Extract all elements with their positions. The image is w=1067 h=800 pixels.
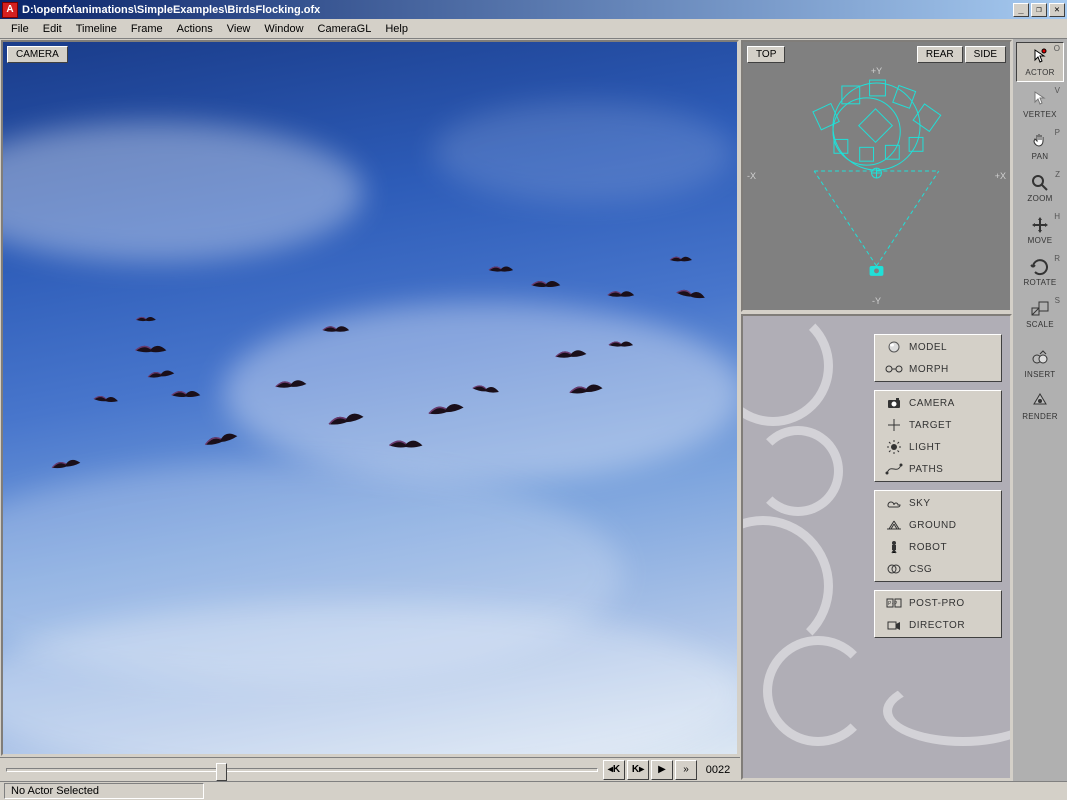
- pan-tool-icon: [1029, 131, 1051, 151]
- scale-tool[interactable]: SSCALE: [1016, 294, 1064, 334]
- menubar: File Edit Timeline Frame Actions View Wi…: [0, 19, 1067, 39]
- render-tool[interactable]: RENDER: [1016, 386, 1064, 426]
- minimize-button[interactable]: _: [1013, 3, 1029, 17]
- csg-icon: [883, 561, 905, 577]
- insert-tool[interactable]: INSERT: [1016, 344, 1064, 384]
- target-button[interactable]: TARGET: [876, 414, 1000, 436]
- morph-icon: [883, 361, 905, 377]
- target-icon: [883, 417, 905, 433]
- menu-cameragl[interactable]: CameraGL: [311, 21, 379, 37]
- viewport-label[interactable]: CAMERA: [7, 46, 68, 63]
- goto-end-button[interactable]: K▸: [627, 760, 649, 780]
- sky-icon: [883, 495, 905, 511]
- maximize-button[interactable]: ❐: [1031, 3, 1047, 17]
- statusbar: No Actor Selected: [0, 781, 1067, 800]
- menu-file[interactable]: File: [4, 21, 36, 37]
- postpro-icon: P-P: [883, 595, 905, 611]
- pan-tool[interactable]: PPAN: [1016, 126, 1064, 166]
- actor-tool[interactable]: OACTOR: [1016, 42, 1064, 82]
- vertex-tool[interactable]: VVERTEX: [1016, 84, 1064, 124]
- paths-icon: [883, 461, 905, 477]
- tool-strip: OACTORVVERTEXPPANZZOOMHMOVERROTATESSCALE…: [1013, 39, 1067, 781]
- director-icon: [883, 617, 905, 633]
- close-button[interactable]: ✕: [1049, 3, 1065, 17]
- menu-frame[interactable]: Frame: [124, 21, 170, 37]
- status-text: No Actor Selected: [4, 783, 204, 799]
- sphere-icon: [883, 339, 905, 355]
- menu-actions[interactable]: Actions: [170, 21, 220, 37]
- camera-button[interactable]: CAMERA: [876, 392, 1000, 414]
- app-icon: A: [2, 2, 18, 18]
- light-button[interactable]: LIGHT: [876, 436, 1000, 458]
- titlebar: A D:\openfx\animations\SimpleExamples\Bi…: [0, 0, 1067, 19]
- csg-button[interactable]: CSG: [876, 558, 1000, 580]
- playback-bar: ◂K K▸ ▶ » 0022: [0, 757, 740, 781]
- rotate-tool[interactable]: RROTATE: [1016, 252, 1064, 292]
- light-icon: [883, 439, 905, 455]
- goto-start-button[interactable]: ◂K: [603, 760, 625, 780]
- move-tool[interactable]: HMOVE: [1016, 210, 1064, 250]
- morph-button[interactable]: MORPH: [876, 358, 1000, 380]
- timeline-slider[interactable]: [6, 761, 598, 779]
- menu-timeline[interactable]: Timeline: [69, 21, 124, 37]
- actor-tool-icon: [1029, 47, 1051, 67]
- insert-tool-icon: [1029, 349, 1051, 369]
- menu-view[interactable]: View: [220, 21, 258, 37]
- vertex-tool-icon: [1029, 89, 1051, 109]
- director-button[interactable]: DIRECTOR: [876, 614, 1000, 636]
- model-button[interactable]: MODEL: [876, 336, 1000, 358]
- camera-icon: [883, 395, 905, 411]
- robot-icon: [883, 539, 905, 555]
- menu-help[interactable]: Help: [378, 21, 415, 37]
- paths-button[interactable]: PATHS: [876, 458, 1000, 480]
- timeline-thumb[interactable]: [216, 763, 227, 781]
- svg-text:P-P: P-P: [888, 601, 898, 607]
- camera-viewport[interactable]: CAMERA: [1, 40, 739, 756]
- ground-icon: [883, 517, 905, 533]
- move-tool-icon: [1029, 215, 1051, 235]
- robot-button[interactable]: ROBOT: [876, 536, 1000, 558]
- scale-tool-icon: [1029, 299, 1051, 319]
- menu-window[interactable]: Window: [257, 21, 310, 37]
- sky-button[interactable]: SKY: [876, 492, 1000, 514]
- zoom-tool[interactable]: ZZOOM: [1016, 168, 1064, 208]
- frame-counter: 0022: [698, 762, 738, 778]
- rotate-tool-icon: [1029, 257, 1051, 277]
- render-tool-icon: [1029, 391, 1051, 411]
- zoom-tool-icon: [1029, 173, 1051, 193]
- menu-edit[interactable]: Edit: [36, 21, 69, 37]
- properties-panel: MODELMORPH CAMERATARGETLIGHTPATHS SKYGROUN…: [741, 314, 1012, 780]
- ground-button[interactable]: GROUND: [876, 514, 1000, 536]
- window-title: D:\openfx\animations\SimpleExamples\Bird…: [22, 4, 1011, 16]
- play-button[interactable]: ▶: [651, 760, 673, 780]
- ortho-viewport[interactable]: TOP REAR SIDE +Y -Y -X +X: [741, 40, 1012, 312]
- sky-render: [3, 42, 737, 754]
- postpro-button[interactable]: P-PPOST-PRO: [876, 592, 1000, 614]
- ortho-wireframe: [743, 42, 1010, 310]
- fastforward-button[interactable]: »: [675, 760, 697, 780]
